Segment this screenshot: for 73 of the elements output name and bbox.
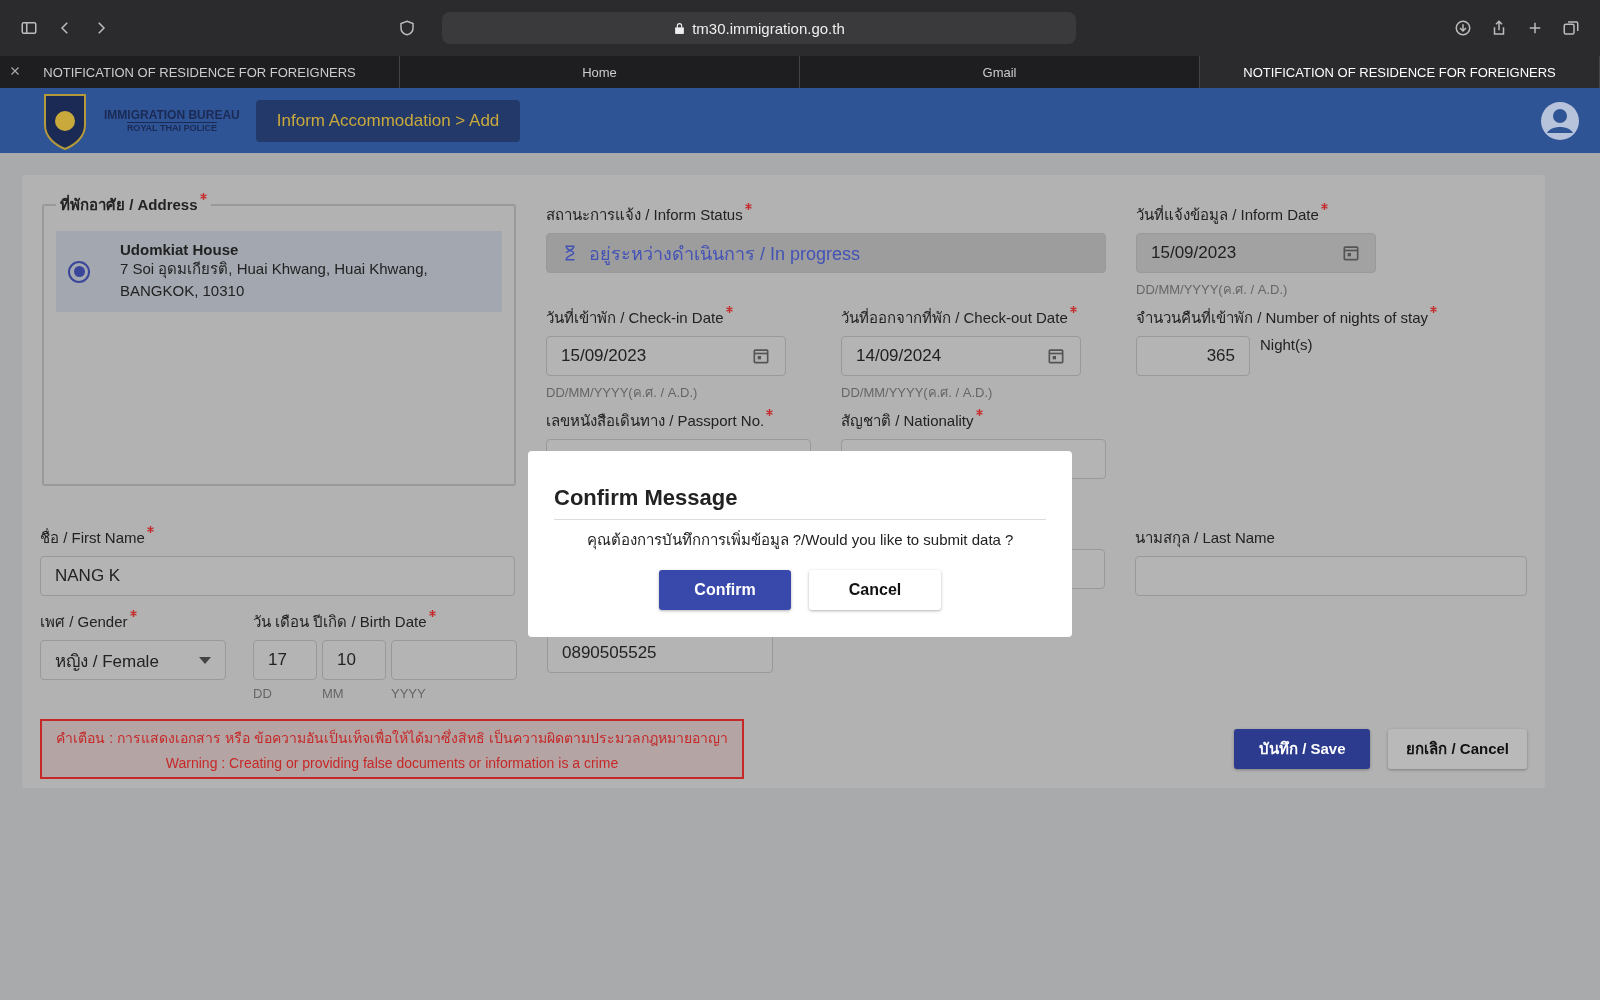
shield-icon [398, 19, 416, 37]
field-label: วันที่ออกจากที่พัก / Check-out Date [841, 306, 1077, 330]
date-field[interactable]: 15/09/2023 [546, 336, 786, 376]
sidebar-icon[interactable] [20, 19, 38, 37]
tab-title: NOTIFICATION OF RESIDENCE FOR FOREIGNERS [43, 64, 356, 80]
calendar-icon [1046, 346, 1066, 366]
calendar-icon [751, 346, 771, 366]
calendar-icon [1341, 243, 1361, 263]
field-label: นามสกุล / Last Name [1134, 528, 1275, 550]
unit-label: Night(s) [1260, 336, 1313, 353]
cancel-button[interactable]: ยกเลิก / Cancel [1388, 729, 1527, 769]
required-asterisk-icon [975, 409, 983, 416]
date-field[interactable]: 14/09/2024 [841, 336, 1081, 376]
address-option[interactable]: Udomkiat House 7 Soi อุดมเกียรติ, Huai Khwang, Huai Khwang, BANGKOK, 10310 [56, 231, 502, 312]
field-label: วันที่เข้าพัก / Check-in Date [546, 306, 733, 330]
tab-title: NOTIFICATION OF RESIDENCE FOR FOREIGNERS [1243, 64, 1556, 80]
tab-title: Home [582, 64, 617, 80]
lock-icon [673, 21, 687, 35]
breadcrumb: Inform Accommodation > Add [255, 99, 521, 142]
field-label: จำนวนคืนที่เข้าพัก / Number of nights of stay [1136, 306, 1438, 330]
field-label: วันที่แจ้งข้อมูล / Inform Date [1136, 203, 1328, 227]
nights-field[interactable]: 365 [1136, 336, 1250, 376]
date-field[interactable]: 15/09/2023 [1136, 233, 1376, 273]
required-asterisk-icon [1320, 203, 1328, 210]
field-label: เลขหนังสือเดินทาง / Passport No. [546, 409, 774, 433]
required-asterisk-icon [744, 203, 752, 210]
field-label: วัน เดือน ปีเกิด / Birth Date [253, 610, 436, 634]
required-asterisk-icon [129, 610, 137, 617]
dialog-message: คุณต้องการบันทึกการเพิ่มข้อมูล ?/Would you like to submit data ? [586, 529, 1014, 552]
required-asterisk-icon [146, 526, 154, 533]
browser-tab[interactable]: NOTIFICATION OF RESIDENCE FOR FOREIGNERS [1200, 56, 1600, 88]
address-legend: ที่พักอาศัย / Address [56, 193, 211, 217]
field-label: เพศ / Gender [40, 610, 137, 634]
required-asterisk-icon [1069, 306, 1077, 313]
field-label: สัญชาติ / Nationality [841, 409, 983, 433]
tab-title: Gmail [982, 64, 1017, 80]
place-address: 7 Soi อุดมเกียรติ, Huai Khwang, Huai Khwang, BANGKOK, 10310 [120, 259, 429, 301]
status-field: อยู่ระหว่างดำเนินการ / In progress [546, 233, 1106, 273]
field-label: ชื่อ / First Name [40, 526, 154, 550]
place-name: Udomkiat House [120, 241, 240, 258]
dialog-title: Confirm Message [554, 471, 1046, 520]
url-text: tm30.immigration.go.th [692, 19, 845, 37]
last-name-field[interactable] [1134, 556, 1527, 596]
date-part-hint: DD [253, 686, 273, 701]
user-avatar-icon[interactable] [1540, 100, 1580, 141]
required-asterisk-icon [766, 409, 774, 416]
date-hint: DD/MM/YYYY(ค.ศ. / A.D.) [1136, 281, 1289, 299]
brand-title: IMMIGRATION BUREAU [104, 108, 240, 122]
required-asterisk-icon [199, 193, 207, 200]
year-field[interactable] [391, 640, 517, 680]
warning-thai: คำเตือน : การแสดงเอกสาร หรือ ข้อความอันเป็นเท็จเพื่อให้ได้มาซึ่งสิทธิ เป็นความผิดตามประมวลกฎหมายอาญา [56, 728, 728, 748]
month-field[interactable]: 10 [322, 640, 386, 680]
radio-button[interactable] [68, 260, 90, 283]
first-name-field[interactable]: NANG K [40, 556, 515, 596]
date-hint: DD/MM/YYYY(ค.ศ. / A.D.) [841, 384, 994, 402]
date-part-hint: YYYY [391, 686, 427, 701]
day-field[interactable]: 17 [253, 640, 317, 680]
required-asterisk-icon [725, 306, 733, 313]
required-asterisk-icon [428, 610, 436, 617]
confirm-button[interactable]: Confirm [659, 570, 791, 610]
required-asterisk-icon [1430, 306, 1438, 313]
date-part-hint: MM [322, 686, 345, 701]
warning-english: Warning : Creating or providing false documents or information is a crime [164, 755, 620, 771]
field-label: สถานะการแจ้ง / Inform Status [546, 203, 752, 227]
brand-subtitle: ROYAL THAI POLICE [126, 122, 217, 133]
download-icon[interactable] [1454, 19, 1472, 37]
tabs-icon[interactable] [1562, 19, 1580, 37]
address-bar[interactable]: tm30.immigration.go.th [442, 12, 1076, 44]
gender-select[interactable]: หญิง / Female [40, 640, 226, 680]
date-hint: DD/MM/YYYY(ค.ศ. / A.D.) [546, 384, 699, 402]
save-button[interactable]: บันทึก / Save [1234, 729, 1371, 769]
cancel-button[interactable]: Cancel [809, 570, 941, 610]
caret-icon [199, 656, 211, 664]
